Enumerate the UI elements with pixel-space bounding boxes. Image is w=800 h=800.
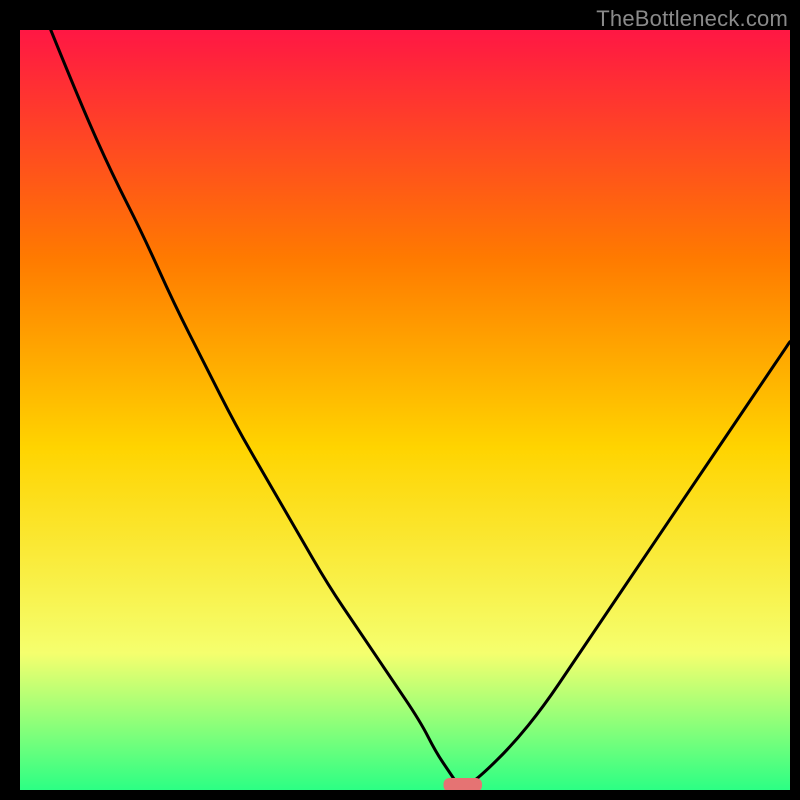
chart-svg xyxy=(20,30,790,790)
watermark-text: TheBottleneck.com xyxy=(596,6,788,32)
gradient-background xyxy=(20,30,790,790)
chart-plot-area xyxy=(20,30,790,790)
optimal-marker xyxy=(444,778,483,790)
chart-container: TheBottleneck.com xyxy=(0,0,800,800)
